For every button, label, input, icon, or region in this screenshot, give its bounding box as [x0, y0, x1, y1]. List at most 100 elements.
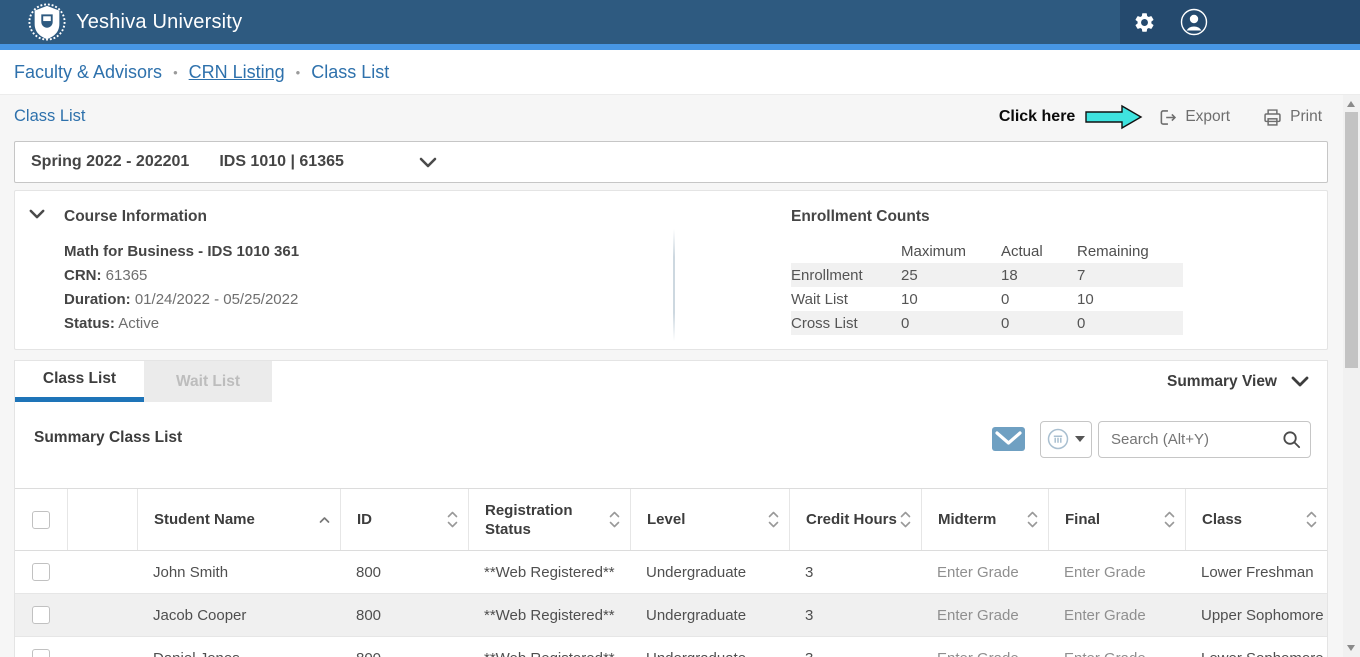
column-header-student-name[interactable]: Student Name [137, 489, 340, 550]
yu-shield-logo-icon [28, 2, 66, 42]
vertical-divider [673, 229, 675, 341]
row-checkbox[interactable] [32, 563, 50, 581]
email-button[interactable] [992, 427, 1025, 451]
row-checkbox[interactable] [32, 606, 50, 624]
final-grade-cell[interactable]: Enter Grade [1048, 607, 1185, 624]
column-label: Level [647, 510, 685, 529]
student-name-cell: Jacob Cooper [137, 607, 340, 624]
chevron-down-icon [1291, 375, 1309, 388]
top-header-bar: Yeshiva University [0, 0, 1360, 44]
email-icon [995, 431, 1022, 447]
class-list-page: Yeshiva University Faculty & Advisors • [0, 0, 1360, 657]
selected-term: Spring 2022 - 202201 [31, 153, 189, 171]
class-list-panel: Class List Wait List Summary View Summar… [14, 360, 1328, 657]
course-title: Math for Business - IDS 1010 361 [64, 243, 299, 260]
print-button[interactable]: Print [1262, 107, 1322, 128]
column-header-registration-status[interactable]: Registration Status [468, 489, 630, 550]
sort-both-icon [1306, 511, 1317, 528]
final-grade-cell[interactable]: Enter Grade [1048, 564, 1185, 581]
table-row: Daniel Jones 800 **Web Registered** Unde… [15, 637, 1327, 657]
column-header-final[interactable]: Final [1048, 489, 1185, 550]
table-header-row: Student Name ID Registration Status [15, 488, 1327, 551]
profile-button[interactable] [1180, 0, 1208, 44]
toolbar-cluster [992, 420, 1311, 458]
scroll-up-icon[interactable] [1347, 101, 1355, 107]
summary-class-list-title: Summary Class List [34, 429, 182, 447]
actual-value: 0 [1001, 291, 1077, 308]
midterm-grade-cell[interactable]: Enter Grade [921, 650, 1048, 657]
term-course-selector[interactable]: Spring 2022 - 202201 IDS 1010 | 61365 [14, 141, 1328, 183]
breadcrumb-faculty-advisors[interactable]: Faculty & Advisors [14, 62, 162, 83]
column-header-class[interactable]: Class [1185, 489, 1327, 550]
col-actual: Actual [1001, 243, 1077, 260]
field-label: Duration: [64, 291, 131, 308]
cross-list-row: Cross List 0 0 0 [791, 311, 1183, 335]
enrollment-counts-title: Enrollment Counts [791, 208, 930, 226]
midterm-grade-cell[interactable]: Enter Grade [921, 564, 1048, 581]
settings-button[interactable] [1133, 0, 1156, 44]
brand-title: Yeshiva University [76, 11, 242, 34]
breadcrumb-class-list[interactable]: Class List [311, 62, 389, 83]
collapse-section-button[interactable] [29, 208, 45, 220]
search-input[interactable] [1098, 421, 1311, 458]
field-value: 01/24/2022 - 05/25/2022 [135, 291, 298, 308]
final-grade-cell[interactable]: Enter Grade [1048, 650, 1185, 657]
column-header-midterm[interactable]: Midterm [921, 489, 1048, 550]
selected-course: IDS 1010 | 61365 [219, 153, 344, 171]
scroll-down-icon[interactable] [1347, 645, 1355, 651]
field-label: Status: [64, 315, 115, 332]
export-button[interactable]: Export [1157, 107, 1230, 128]
row-label: Cross List [791, 315, 901, 332]
brand: Yeshiva University [28, 0, 242, 44]
summary-view-selector[interactable]: Summary View [1167, 361, 1309, 402]
scrollbar-thumb[interactable] [1345, 112, 1358, 368]
person-circle-icon [1180, 8, 1208, 36]
sort-both-icon [1164, 511, 1175, 528]
sort-both-icon [768, 511, 779, 528]
header-right-panel [1120, 0, 1360, 44]
page-title: Class List [14, 107, 86, 126]
select-all-checkbox[interactable] [32, 511, 50, 529]
table-row: Jacob Cooper 800 **Web Registered** Unde… [15, 594, 1327, 637]
field-value: Active [118, 315, 159, 332]
class-cell: Lower Sophomore [1185, 650, 1327, 657]
student-name-cell: John Smith [137, 564, 340, 581]
credit-hours-cell: 3 [789, 564, 921, 581]
course-field-crn: CRN: 61365 [64, 267, 147, 284]
tab-class-list[interactable]: Class List [15, 361, 144, 402]
enrollment-counts-table: Maximum Actual Remaining Enrollment 25 1… [791, 239, 1183, 335]
dropdown-caret-icon [1075, 436, 1085, 442]
tab-wait-list[interactable]: Wait List [144, 361, 272, 402]
registration-status-cell: **Web Registered** [468, 650, 630, 657]
vertical-scrollbar[interactable] [1343, 95, 1360, 657]
sort-both-icon [1027, 511, 1038, 528]
row-checkbox[interactable] [32, 649, 50, 657]
actual-value: 18 [1001, 267, 1077, 284]
enrollment-header-row: Maximum Actual Remaining [791, 239, 1183, 263]
column-label: ID [357, 510, 372, 529]
class-cell: Lower Freshman [1185, 564, 1327, 581]
list-toolbar: Summary Class List [15, 402, 1327, 488]
columns-circle-icon [1047, 428, 1069, 450]
tabs: Class List Wait List Summary View [15, 361, 1327, 402]
column-header-id[interactable]: ID [340, 489, 468, 550]
class-cell: Upper Sophomore [1185, 607, 1327, 624]
click-here-annotation: Click here [999, 108, 1075, 126]
column-label: Midterm [938, 510, 996, 529]
column-label: Registration Status [485, 501, 609, 539]
column-header-credit-hours[interactable]: Credit Hours [789, 489, 921, 550]
registration-status-cell: **Web Registered** [468, 607, 630, 624]
column-header-level[interactable]: Level [630, 489, 789, 550]
row-label: Enrollment [791, 267, 901, 284]
export-label: Export [1185, 108, 1230, 126]
enrollment-row: Enrollment 25 18 7 [791, 263, 1183, 287]
level-cell: Undergraduate [630, 564, 789, 581]
breadcrumb-crn-listing[interactable]: CRN Listing [189, 62, 285, 83]
course-field-status: Status: Active [64, 315, 159, 332]
course-information-card: Course Information Math for Business - I… [14, 190, 1328, 350]
search-icon[interactable] [1281, 429, 1302, 450]
level-cell: Undergraduate [630, 607, 789, 624]
annotation-arrow-icon [1085, 104, 1143, 130]
table-options-button[interactable] [1040, 421, 1092, 458]
midterm-grade-cell[interactable]: Enter Grade [921, 607, 1048, 624]
